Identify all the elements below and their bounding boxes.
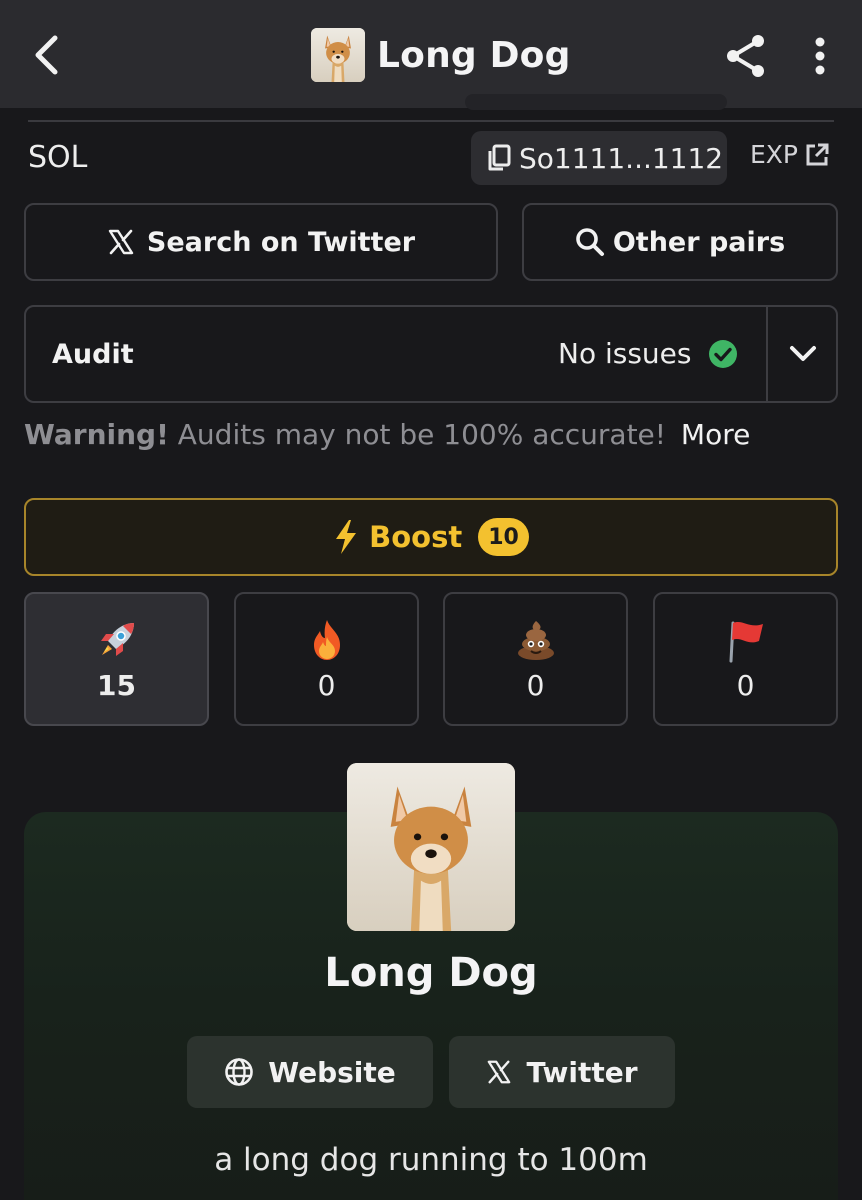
chevron-left-icon — [35, 35, 58, 75]
share-button[interactable] — [720, 30, 772, 82]
search-on-twitter-label: Search on Twitter — [146, 226, 416, 258]
red-flag-icon — [729, 621, 763, 662]
explorer-link[interactable]: EXP — [750, 140, 830, 169]
back-button[interactable] — [26, 30, 66, 80]
audit-label: Audit — [52, 339, 134, 370]
audit-warning: Warning! Audits may not be 100% accurate… — [24, 418, 750, 451]
reaction-rocket[interactable]: 15 — [24, 592, 209, 726]
twitter-label: Twitter — [526, 1055, 638, 1089]
website-button[interactable]: Website — [187, 1036, 433, 1108]
more-options-button[interactable] — [800, 30, 840, 82]
divider — [28, 120, 834, 122]
reaction-fire[interactable]: 0 — [234, 592, 419, 726]
top-bar: Long Dog — [0, 0, 862, 108]
boost-button[interactable]: Boost 10 — [24, 498, 838, 576]
twitter-button[interactable]: Twitter — [449, 1036, 675, 1108]
globe-icon — [225, 1058, 254, 1086]
token-description: a long dog running to 100m — [214, 1142, 648, 1178]
lightning-icon — [336, 520, 357, 554]
x-logo-icon — [108, 229, 134, 255]
copy-icon — [488, 144, 511, 171]
reaction-count: 0 — [317, 668, 336, 702]
share-icon — [727, 35, 764, 77]
chevron-down-icon — [790, 346, 816, 361]
check-circle-icon — [708, 339, 737, 368]
x-logo-icon — [488, 1060, 511, 1084]
search-icon — [576, 228, 604, 256]
token-address: So1111...1112 — [519, 141, 724, 175]
token-thumbnail — [311, 28, 365, 82]
poop-icon — [517, 620, 554, 660]
token-image — [347, 763, 515, 931]
boost-count-badge: 10 — [478, 518, 529, 556]
collapsed-panel-edge — [465, 94, 727, 110]
search-on-twitter-button[interactable]: Search on Twitter — [24, 203, 498, 281]
audit-status-text: No issues — [558, 337, 692, 370]
page-title-group: Long Dog — [311, 28, 571, 82]
reaction-poop[interactable]: 0 — [443, 592, 628, 726]
other-pairs-button[interactable]: Other pairs — [522, 203, 838, 281]
page-title: Long Dog — [377, 34, 571, 76]
token-name: Long Dog — [324, 950, 538, 996]
reaction-count: 0 — [736, 668, 755, 702]
explorer-label: EXP — [750, 140, 798, 169]
copy-address-button[interactable]: So1111...1112 — [471, 131, 727, 185]
more-vertical-icon — [815, 37, 825, 75]
external-link-icon — [806, 143, 829, 165]
audit-panel: Audit No issues — [24, 305, 838, 403]
warning-text: Audits may not be 100% accurate! — [177, 418, 667, 451]
fire-icon — [313, 619, 340, 660]
boost-label: Boost — [369, 520, 463, 554]
rocket-icon — [100, 622, 134, 656]
chain-name: SOL — [28, 140, 88, 175]
website-label: Website — [268, 1055, 396, 1089]
audit-expand-button[interactable] — [768, 307, 838, 401]
warning-more-link[interactable]: More — [681, 418, 750, 451]
reaction-count: 0 — [526, 668, 545, 702]
reaction-count: 15 — [97, 668, 136, 702]
reaction-flag[interactable]: 0 — [653, 592, 838, 726]
warning-label: Warning! — [24, 418, 169, 451]
audit-status: No issues — [558, 337, 738, 370]
other-pairs-label: Other pairs — [612, 226, 786, 258]
